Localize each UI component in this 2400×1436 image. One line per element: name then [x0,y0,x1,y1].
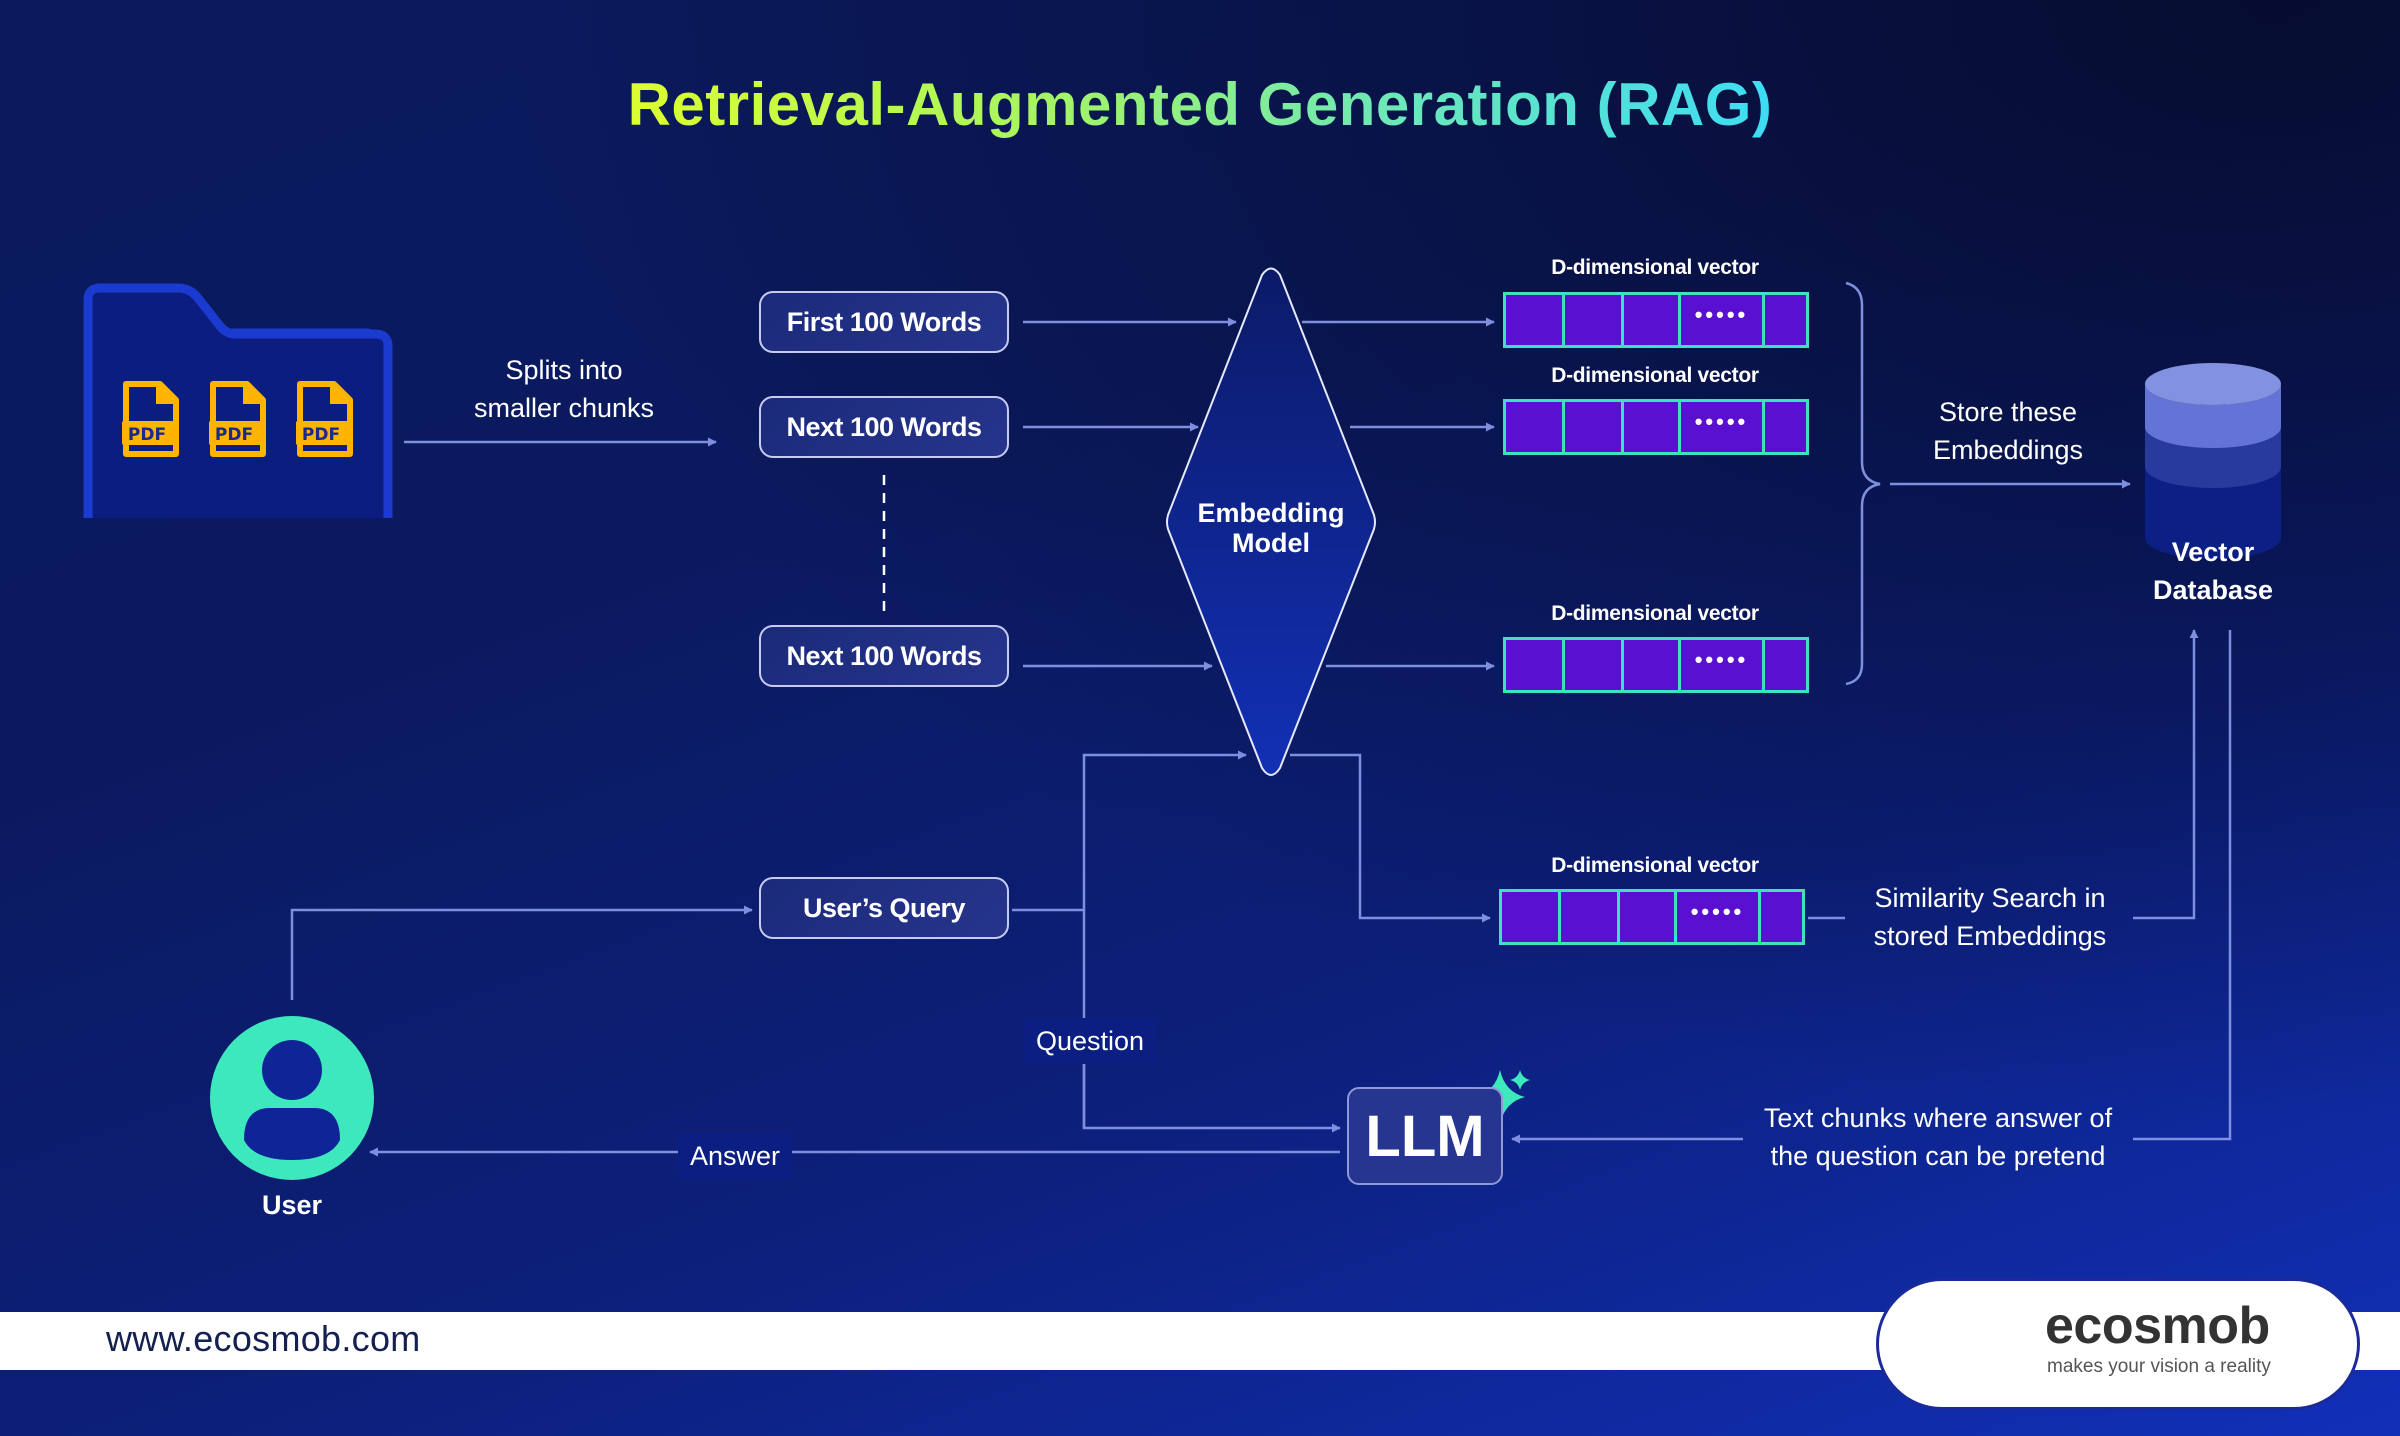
brand-name: ecosmob [2045,1297,2270,1355]
model-to-vector4-arrow [1290,753,1491,923]
vector-label: D-dimensional vector [1551,256,1759,279]
diagram-connectors: PDF PDF PDF [83,267,2281,1389]
retrieved-line1: Text chunks where answer of [1763,1103,2113,1133]
embedding-model-label: Embedding Model [1171,498,1371,558]
split-label: Splits into smaller chunks [424,351,704,427]
llm-box[interactable]: LLM [1347,1087,1503,1185]
split-label-line2: smaller chunks [473,393,655,423]
retrieved-chunks-label: Text chunks where answer of the question… [1743,1099,2133,1175]
user-to-query-arrow [290,905,753,1000]
chunk-label: First 100 Words [786,306,982,337]
ellipsis-icon: ••••• [1690,899,1745,924]
svg-text:PDF: PDF [302,425,340,445]
user-icon [210,1016,374,1180]
svg-text:PDF: PDF [215,425,253,445]
similarity-search-label: Similarity Search in stored Embeddings [1848,879,2132,955]
vector-embedding-3: ••••• [1503,637,1809,693]
vector-embedding-2: ••••• [1503,399,1809,455]
svg-text:PDF: PDF [128,425,166,445]
similarity-line2: stored Embeddings [1873,921,2107,951]
chunk-box-first[interactable]: First 100 Words [759,291,1009,353]
user-label: User [261,1190,323,1220]
brand-tagline: makes your vision a reality [2047,1356,2271,1377]
vector-label: D-dimensional vector [1551,602,1759,625]
vector-db-line2: Database [2152,575,2274,605]
db-to-text-chunks-line [2133,630,2232,1141]
store-embeddings-label: Store these Embeddings [1880,393,2136,469]
chunk-box-next-last[interactable]: Next 100 Words [759,625,1009,687]
question-label: Question [1024,1018,1157,1064]
vector-database-label: Vector Database [2113,533,2313,609]
query-to-model-arrow [1082,750,1247,1128]
store-label-line2: Embeddings [1932,435,2084,465]
split-label-line1: Splits into [505,355,623,385]
database-icon [2145,363,2281,559]
website-link[interactable]: www.ecosmob.com [106,1318,421,1360]
similarity-to-db-arrow [2133,629,2199,920]
store-label-line1: Store these [1938,397,2078,427]
query-vector-embedding: ••••• [1499,889,1805,945]
embedding-model-line1: Embedding [1197,498,1345,528]
vector-label: D-dimensional vector [1551,364,1759,387]
vector-label: D-dimensional vector [1551,854,1759,877]
answer-label: Answer [678,1133,793,1179]
ellipsis-icon: ••••• [1694,647,1749,672]
chunk-label: Next 100 Words [786,411,982,442]
ellipsis-icon: ••••• [1694,409,1749,434]
question-to-llm-arrow [1082,1060,1341,1133]
vector-db-line1: Vector [2171,537,2255,567]
chunk-label: Next 100 Words [786,640,982,671]
vector-embedding-1: ••••• [1503,292,1809,348]
llm-label: LLM [1365,1103,1485,1169]
chunk-box-next[interactable]: Next 100 Words [759,396,1009,458]
query-label: User’s Query [802,892,966,923]
ellipsis-icon: ••••• [1694,302,1749,327]
users-query-box[interactable]: User’s Query [759,877,1009,939]
embeddings-group-brace [1845,281,1881,686]
embedding-model-line2: Model [1232,528,1310,558]
retrieved-line2: the question can be pretend [1770,1141,2106,1171]
similarity-line1: Similarity Search in [1874,883,2106,913]
